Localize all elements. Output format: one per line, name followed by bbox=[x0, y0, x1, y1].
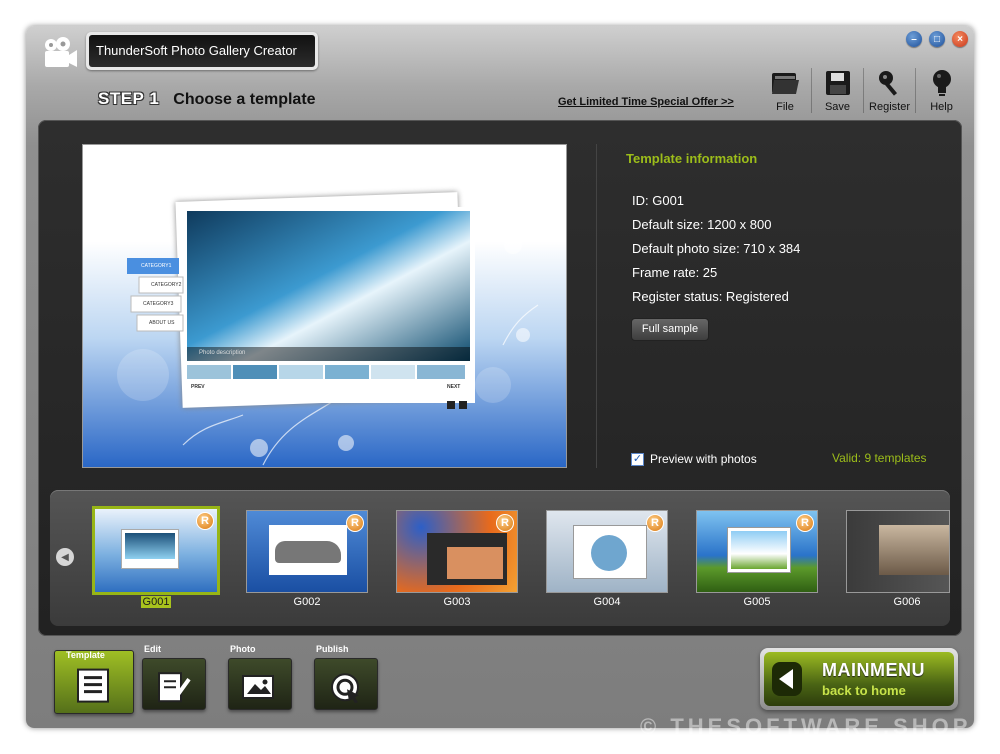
registered-badge-icon: R bbox=[346, 514, 364, 532]
template-label-g004: G004 bbox=[593, 596, 621, 608]
template-thumb-g005[interactable]: R bbox=[696, 510, 818, 593]
scroll-left-button[interactable]: ◀ bbox=[56, 548, 74, 566]
preview-nav-item: CATEGORY2 bbox=[151, 282, 182, 288]
close-button[interactable]: × bbox=[952, 31, 968, 47]
panel-divider bbox=[596, 144, 597, 468]
step-number: STEP 1 bbox=[98, 89, 160, 108]
preview-prev: PREV bbox=[191, 384, 205, 390]
lightbulb-icon bbox=[932, 70, 951, 96]
tab-folder bbox=[314, 658, 378, 710]
preview-checkbox[interactable]: ✓ bbox=[631, 452, 644, 466]
tab-template-label: Template bbox=[66, 650, 105, 660]
folder-icon bbox=[772, 73, 799, 94]
mainmenu-button[interactable]: MAINMENU back to home bbox=[760, 648, 958, 710]
template-thumb-g002[interactable]: R bbox=[246, 510, 368, 593]
register-label: Register bbox=[869, 101, 910, 113]
register-button[interactable]: Register bbox=[863, 68, 915, 113]
help-label: Help bbox=[930, 101, 953, 113]
template-label-g002: G002 bbox=[293, 596, 321, 608]
save-label: Save bbox=[824, 101, 851, 113]
template-info-title: Template information bbox=[626, 151, 758, 166]
info-default-size: Default size: 1200 x 800 bbox=[632, 217, 772, 232]
maximize-button[interactable]: □ bbox=[929, 31, 945, 47]
file-label: File bbox=[776, 101, 794, 113]
template-preview: CATEGORY1 CATEGORY2 CATEGORY3 ABOUT US P… bbox=[82, 144, 567, 468]
document-list-icon bbox=[77, 668, 109, 703]
tab-template[interactable]: Template bbox=[54, 648, 134, 714]
template-thumb-g003[interactable]: R bbox=[396, 510, 518, 593]
tab-publish-label: Publish bbox=[316, 644, 349, 654]
preview-nav-item: ABOUT US bbox=[149, 320, 175, 326]
main-panel: CATEGORY1 CATEGORY2 CATEGORY3 ABOUT US P… bbox=[38, 120, 962, 636]
window-title: ThunderSoft Photo Gallery Creator bbox=[89, 35, 315, 67]
template-thumb-g004[interactable]: R bbox=[546, 510, 668, 593]
info-id: ID: G001 bbox=[632, 193, 685, 208]
tab-edit[interactable]: Edit bbox=[142, 644, 206, 710]
photos-icon bbox=[242, 675, 274, 699]
special-offer-link[interactable]: Get Limited Time Special Offer >> bbox=[558, 96, 734, 108]
video-camera-icon bbox=[45, 37, 77, 67]
tab-edit-label: Edit bbox=[144, 644, 161, 654]
save-button[interactable]: Save bbox=[811, 68, 863, 113]
preview-nav-item: CATEGORY1 bbox=[141, 263, 172, 269]
registered-badge-icon: R bbox=[496, 514, 514, 532]
mainmenu-face: MAINMENU back to home bbox=[764, 652, 954, 706]
preview-with-photos-option[interactable]: ✓ Preview with photos bbox=[631, 452, 757, 466]
mainmenu-subtitle: back to home bbox=[822, 683, 906, 698]
key-icon bbox=[878, 71, 897, 96]
template-id: G001 bbox=[140, 596, 172, 608]
template-label-g005: G005 bbox=[743, 596, 771, 608]
step-tabs: Template Edit Photo Publish bbox=[54, 644, 378, 714]
watermark: © THESOFTWARE.SHOP bbox=[640, 714, 972, 739]
floppy-disk-icon bbox=[825, 71, 850, 95]
step-title: Choose a template bbox=[173, 91, 316, 108]
preview-with-photos-label: Preview with photos bbox=[650, 452, 757, 466]
info-register-status: Register status: Registered bbox=[632, 289, 789, 304]
preview-nav-item: CATEGORY3 bbox=[143, 301, 174, 307]
step-header: STEP 1 Choose a template bbox=[98, 89, 316, 109]
info-photo-size: Default photo size: 710 x 384 bbox=[632, 241, 801, 256]
file-button[interactable]: File bbox=[759, 68, 811, 113]
template-strip: ◀ ▶ R G001 R G002 R G003 R bbox=[50, 490, 950, 626]
preview-next: NEXT bbox=[447, 384, 461, 390]
template-label-g001: G001 bbox=[95, 596, 217, 608]
preview-caption: Photo description bbox=[199, 350, 246, 356]
info-frame-rate: Frame rate: 25 bbox=[632, 265, 718, 280]
tab-photo-label: Photo bbox=[230, 644, 256, 654]
template-label-g003: G003 bbox=[443, 596, 471, 608]
tab-folder bbox=[142, 658, 206, 710]
notebook-pencil-icon bbox=[158, 672, 191, 703]
back-arrow-icon bbox=[772, 662, 802, 696]
registered-badge-icon: R bbox=[796, 514, 814, 532]
template-label-g006: G006 bbox=[893, 596, 921, 608]
tab-photo[interactable]: Photo bbox=[228, 644, 292, 710]
app-window: ThunderSoft Photo Gallery Creator – □ × … bbox=[26, 26, 974, 728]
title-bar: ThunderSoft Photo Gallery Creator bbox=[86, 32, 318, 70]
mainmenu-title: MAINMENU bbox=[822, 660, 925, 680]
valid-templates-count: Valid: 9 templates bbox=[832, 451, 927, 465]
registered-badge-icon: R bbox=[646, 514, 664, 532]
minimize-button[interactable]: – bbox=[906, 31, 922, 47]
tab-publish[interactable]: Publish bbox=[314, 644, 378, 710]
tab-folder bbox=[228, 658, 292, 710]
help-button[interactable]: Help bbox=[915, 68, 967, 113]
full-sample-button[interactable]: Full sample bbox=[631, 318, 709, 341]
template-thumb-g001[interactable]: R bbox=[92, 506, 220, 595]
publish-icon bbox=[331, 673, 359, 704]
toolbar: File Save Register Help bbox=[759, 68, 967, 113]
registered-badge-icon: R bbox=[196, 512, 214, 530]
template-thumb-g006[interactable] bbox=[846, 510, 950, 593]
window-controls: – □ × bbox=[906, 31, 968, 47]
